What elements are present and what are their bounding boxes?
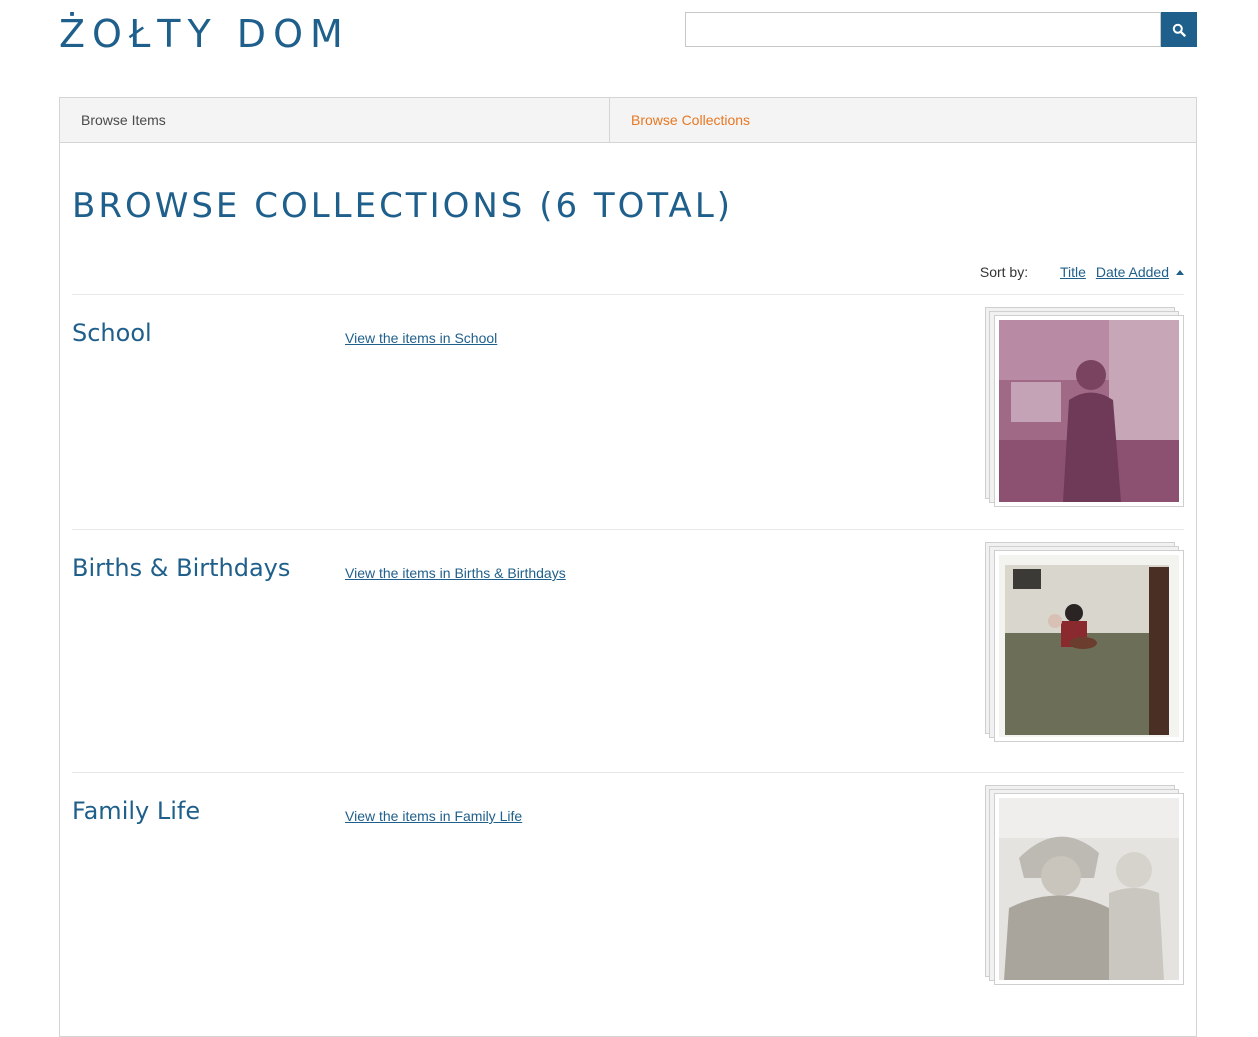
collection-thumbnail[interactable] bbox=[985, 542, 1185, 742]
search-button[interactable] bbox=[1161, 12, 1197, 47]
nav-browse-collections[interactable]: Browse Collections bbox=[610, 98, 1196, 142]
sort-date-added-label: Date Added bbox=[1095, 264, 1169, 280]
nav-browse-items[interactable]: Browse Items bbox=[60, 98, 610, 142]
collection-thumbnail[interactable] bbox=[985, 785, 1185, 985]
collection-title[interactable]: Family Life bbox=[72, 797, 200, 825]
collection-item: Births & Birthdays View the items in Bir… bbox=[72, 529, 1184, 773]
view-collection-items-link[interactable]: View the items in Family Life bbox=[345, 808, 522, 824]
collection-title[interactable]: Births & Birthdays bbox=[72, 554, 290, 582]
sort-ascending-icon bbox=[1176, 270, 1184, 275]
view-collection-items-link[interactable]: View the items in Births & Birthdays bbox=[345, 565, 566, 581]
page-title: BROWSE COLLECTIONS (6 TOTAL) bbox=[72, 186, 734, 226]
collection-item: Family Life View the items in Family Lif… bbox=[72, 772, 1184, 1033]
sort-by-date-added-link[interactable]: Date Added bbox=[1096, 264, 1184, 280]
sort-links: Sort by: Title Date Added bbox=[980, 264, 1184, 280]
collection-title[interactable]: School bbox=[72, 319, 152, 347]
secondary-nav: Browse Items Browse Collections bbox=[60, 98, 1196, 143]
thumbnail-image bbox=[994, 550, 1184, 742]
collection-thumbnail[interactable] bbox=[985, 307, 1185, 507]
main-content: Browse Items Browse Collections BROWSE C… bbox=[59, 97, 1197, 1037]
search-input[interactable] bbox=[685, 12, 1161, 47]
search-icon bbox=[1172, 23, 1186, 37]
collection-item: School View the items in School bbox=[72, 294, 1184, 529]
thumbnail-image bbox=[994, 793, 1184, 985]
view-collection-items-link[interactable]: View the items in School bbox=[345, 330, 497, 346]
thumbnail-image bbox=[994, 315, 1184, 507]
sort-label: Sort by: bbox=[979, 264, 1029, 280]
site-title[interactable]: ŻOŁTY DOM bbox=[59, 12, 350, 56]
sort-by-title-link[interactable]: Title bbox=[1060, 264, 1086, 280]
search-form bbox=[685, 12, 1197, 47]
